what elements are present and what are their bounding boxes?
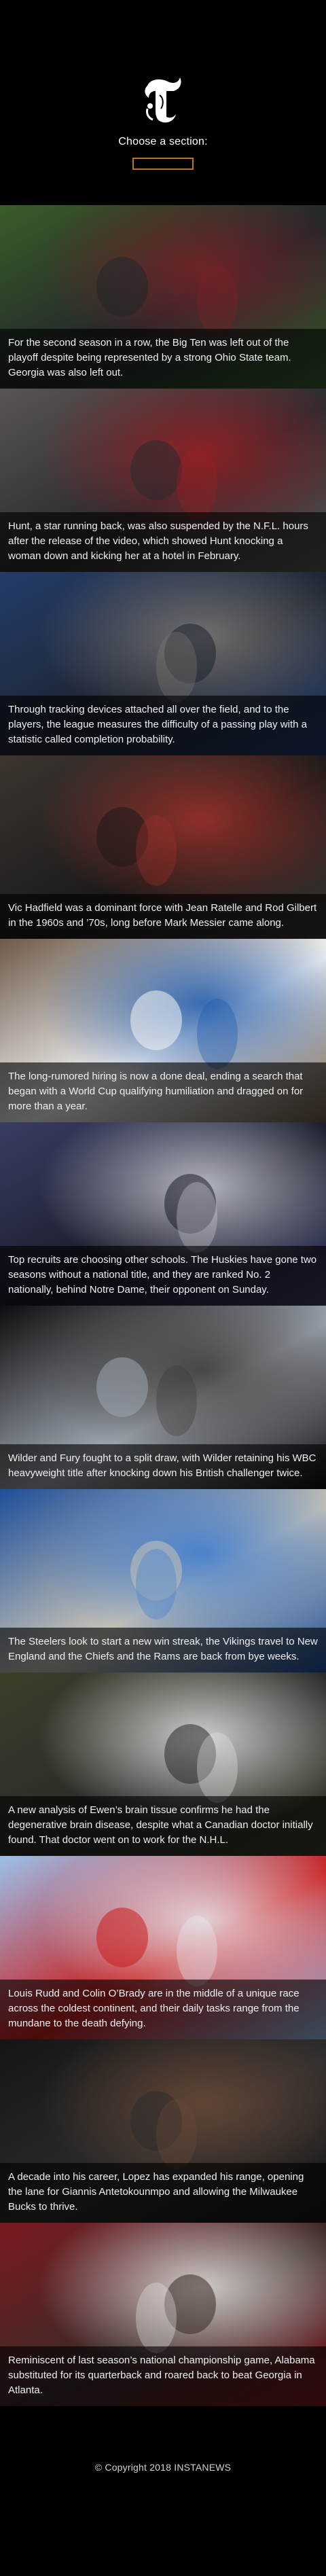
story-caption: Reminiscent of last season’s national ch… — [0, 2346, 326, 2406]
story-caption: Through tracking devices attached all ov… — [0, 696, 326, 755]
copyright-text: © Copyright 2018 INSTANEWS — [94, 2462, 232, 2473]
story-card[interactable]: Hunt, a star running back, was also susp… — [0, 389, 326, 572]
page: Choose a section: For the second season … — [0, 0, 326, 2576]
story-card[interactable]: A new analysis of Ewen’s brain tissue co… — [0, 1672, 326, 1856]
nyt-t-logo-icon — [145, 77, 181, 123]
story-caption: Louis Rudd and Colin O’Brady are in the … — [0, 1980, 326, 2039]
story-card[interactable]: A decade into his career, Lopez has expa… — [0, 2039, 326, 2223]
story-caption: The Steelers look to start a new win str… — [0, 1628, 326, 1672]
story-card[interactable]: For the second season in a row, the Big … — [0, 205, 326, 389]
story-card[interactable]: Wilder and Fury fought to a split draw, … — [0, 1306, 326, 1489]
choose-section-label: Choose a section: — [118, 136, 208, 147]
story-caption: The long-rumored hiring is now a done de… — [0, 1062, 326, 1122]
nyt-t-logo[interactable] — [139, 71, 187, 130]
story-card[interactable]: Top recruits are choosing other schools.… — [0, 1122, 326, 1306]
site-footer: © Copyright 2018 INSTANEWS — [0, 2406, 326, 2528]
story-caption: Vic Hadfield was a dominant force with J… — [0, 894, 326, 939]
story-card[interactable]: Through tracking devices attached all ov… — [0, 572, 326, 755]
site-header: Choose a section: — [0, 0, 326, 205]
story-grid: For the second season in a row, the Big … — [0, 205, 326, 2406]
story-caption: Top recruits are choosing other schools.… — [0, 1246, 326, 1306]
story-caption: A decade into his career, Lopez has expa… — [0, 2163, 326, 2223]
story-card[interactable]: The Steelers look to start a new win str… — [0, 1489, 326, 1672]
story-card[interactable]: Vic Hadfield was a dominant force with J… — [0, 755, 326, 939]
story-caption: For the second season in a row, the Big … — [0, 329, 326, 389]
story-card[interactable]: Reminiscent of last season’s national ch… — [0, 2223, 326, 2406]
story-card[interactable]: The long-rumored hiring is now a done de… — [0, 939, 326, 1122]
story-caption: A new analysis of Ewen’s brain tissue co… — [0, 1796, 326, 1856]
section-select[interactable] — [132, 158, 194, 170]
story-card[interactable]: Louis Rudd and Colin O’Brady are in the … — [0, 1856, 326, 2039]
story-caption: Hunt, a star running back, was also susp… — [0, 512, 326, 572]
story-caption: Wilder and Fury fought to a split draw, … — [0, 1444, 326, 1489]
